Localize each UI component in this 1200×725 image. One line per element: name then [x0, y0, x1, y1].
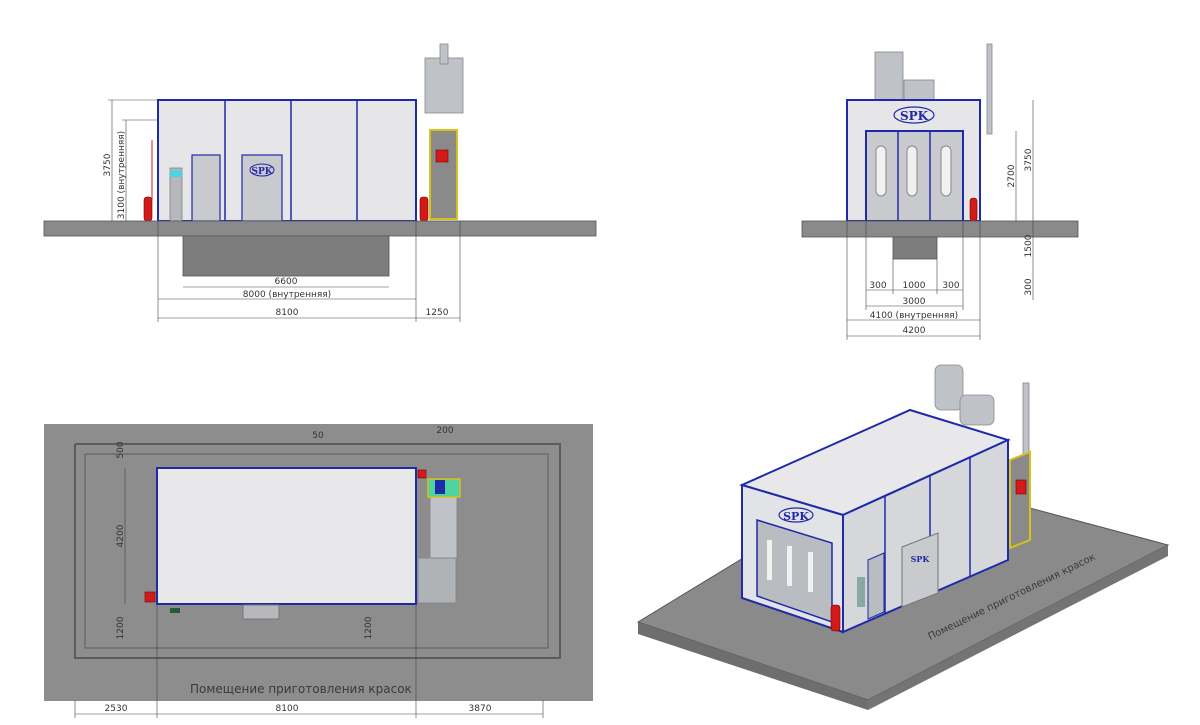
dim-outer-length: 8100 [276, 308, 299, 318]
extinguisher-icon [830, 604, 841, 632]
dim-bottom-c: 3870 [469, 704, 492, 714]
service-door [191, 154, 221, 222]
dim-outer-width: 4200 [903, 326, 926, 336]
fan-motor-icon [435, 149, 449, 163]
dim-pit-sub-c: 300 [942, 281, 959, 291]
extinguisher-icon [969, 197, 978, 222]
dim-left-width: 4200 [116, 524, 126, 547]
iso-view: SPK SPK Помещение приготовления красок [636, 364, 1170, 710]
side-view: SPK 3750 3100 (внутренняя) 6600 8000 (вн… [43, 43, 597, 322]
exhaust-duct [959, 394, 995, 426]
extinguisher-icon [144, 591, 156, 603]
main-door-panel [241, 154, 283, 222]
dim-height-inner: 3100 (внутренняя) [117, 131, 127, 219]
plan-view: 4200 500 50 200 1200 1200 2530 8100 3870… [44, 424, 593, 718]
dim-bottom-left: 1200 [116, 616, 126, 639]
extinguisher-icon [417, 469, 427, 479]
dim-inner-length: 8000 (внутренняя) [243, 290, 331, 300]
dim-pit-sub-b: 1000 [903, 281, 926, 291]
dim-height-total: 3750 [103, 153, 113, 176]
exhaust-duct [934, 364, 964, 411]
floor-slab [43, 220, 597, 237]
dim-inner-width: 4100 (внутренняя) [870, 311, 958, 321]
air-unit [429, 129, 458, 220]
dim-top-left: 500 [116, 441, 126, 458]
dim-bottom-a: 2530 [105, 704, 128, 714]
dim-top-right: 200 [436, 426, 453, 436]
brand-logo: SPK [900, 109, 929, 123]
air-unit [1009, 450, 1031, 550]
dim-pit-width: 3000 [903, 297, 926, 307]
dim-floor-depth: 300 [1024, 278, 1034, 295]
brand-logo: SPK [911, 554, 931, 564]
dim-pit-depth: 1500 [1024, 234, 1034, 257]
floor-pit [182, 235, 390, 277]
exhaust-pipe [986, 43, 993, 135]
extinguisher-icon [419, 196, 429, 222]
exhaust-pipe [439, 43, 449, 65]
brand-logo: SPK [783, 510, 809, 523]
floor-slab [801, 220, 1079, 238]
dim-bottom-b: 8100 [276, 704, 299, 714]
dim-bottom-right: 1200 [364, 616, 374, 639]
exhaust-duct [903, 79, 935, 101]
dim-top-mid: 50 [312, 431, 324, 441]
dim-door-height: 2700 [1007, 164, 1017, 187]
exhaust-duct [424, 57, 464, 114]
dim-pit-length: 6600 [275, 277, 298, 287]
dim-height-total: 3750 [1024, 148, 1034, 171]
booth-footprint [156, 467, 417, 605]
front-view: SPK 3750 2700 1500 300 300 1000 300 3000… [801, 43, 1079, 340]
extinguisher-icon [143, 196, 153, 222]
dim-pit-sub-a: 300 [869, 281, 886, 291]
exhaust-duct [874, 51, 904, 101]
technical-drawing: SPK 3750 3100 (внутренняя) 6600 8000 (вн… [43, 43, 1170, 718]
fan-motor-icon [1015, 479, 1027, 495]
dim-unit-length: 1250 [426, 308, 449, 318]
floor-pit [892, 236, 938, 260]
room-label: Помещение приготовления красок [190, 682, 412, 696]
brand-logo: SPK [251, 167, 273, 177]
